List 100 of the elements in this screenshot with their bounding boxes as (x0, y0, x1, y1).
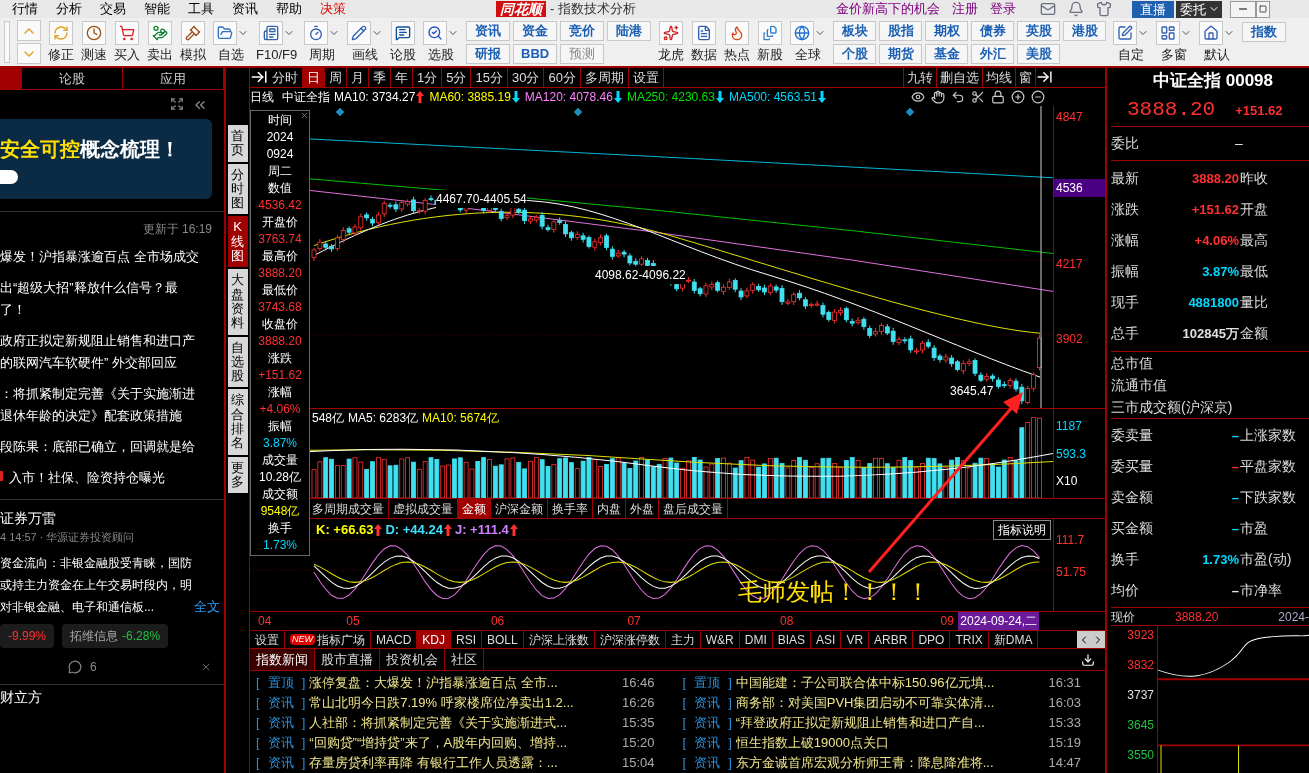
market-tab-button[interactable]: 资金 (513, 20, 558, 41)
news-headline[interactable]: “回购贷”“增持贷”来了，A股年内回购、增持... (309, 733, 618, 753)
headline-link[interactable]: 段陈果：底部已确立，回调就是给 (0, 436, 195, 458)
period-tab[interactable]: 月 (347, 68, 369, 87)
news-headline[interactable]: 存量房贷利率再降 有银行工作人员透露：... (309, 753, 618, 773)
menu-item[interactable]: 决策 (320, 0, 346, 19)
news-headline[interactable]: 商务部：对美国PVH集团启动不可靠实体清... (735, 693, 1045, 713)
period-tab[interactable]: 60分 (544, 68, 581, 87)
tool-label[interactable]: 默认 (1204, 47, 1231, 63)
volume-tab[interactable]: 沪深金额 (491, 499, 548, 518)
dock-icon[interactable] (1035, 68, 1053, 86)
mail-icon[interactable] (1039, 1, 1056, 17)
indicator-tab[interactable]: 设置 (250, 631, 285, 648)
zoom-in-icon[interactable] (1011, 90, 1025, 104)
period-tab[interactable]: 30分 (507, 68, 545, 87)
period-tab[interactable]: 1分 (413, 68, 443, 87)
tool-icon-tile[interactable] (1113, 21, 1138, 45)
news-tab[interactable]: 股市直播 (315, 649, 380, 670)
indicator-tab[interactable]: TRIX (950, 631, 989, 648)
zoom-out-icon[interactable] (1031, 90, 1045, 104)
market-tab-button[interactable]: 英股 (1017, 20, 1061, 41)
tool-icon-tile[interactable] (659, 21, 684, 45)
headline-link[interactable]: 入市！社保、险资持仓曝光 (9, 467, 165, 489)
menu-item[interactable]: 帮助 (276, 0, 302, 19)
market-tab-button[interactable]: 板块 (833, 20, 877, 41)
tool-label[interactable]: 龙虎 (658, 47, 685, 63)
period-tab[interactable]: 周 (325, 68, 347, 87)
account-link[interactable]: 登录 (989, 0, 1016, 19)
tool-icon-tile[interactable] (304, 21, 329, 45)
minimize-button[interactable] (1229, 0, 1256, 18)
indicator-tab[interactable]: VR (841, 631, 870, 648)
indicator-tab[interactable]: BOLL (482, 631, 524, 648)
download-icon[interactable] (1081, 652, 1095, 667)
headline-link[interactable]: 爆发！沪指暴涨逾百点 全市场成交 (0, 246, 199, 268)
menu-item[interactable]: 工具 (188, 0, 214, 19)
period-tab[interactable]: 季 (369, 68, 391, 87)
period-tab[interactable]: 年 (391, 68, 413, 87)
headline-link[interactable]: 政府正拟定新规阻止销售和进口产 的联网汽车软硬件” 外交部回应 (0, 330, 195, 374)
volume-tab[interactable]: 内盘 (593, 499, 626, 518)
indicator-tab[interactable]: W&R (700, 631, 740, 648)
market-tab-button[interactable]: BBD (513, 43, 558, 64)
indicator-tab[interactable]: DPO (913, 631, 951, 648)
volume-tab[interactable]: 盘后成交量 (659, 499, 728, 518)
chart-tool-tab[interactable]: 删自选 (936, 68, 982, 87)
expand-icon[interactable] (170, 97, 184, 111)
trade-button[interactable]: 委托 (1175, 0, 1222, 18)
tool-icon-tile[interactable] (692, 21, 717, 45)
stock-tag[interactable]: 拓维信息 -6.28% (62, 623, 169, 648)
indicator-tab[interactable]: 新DMA (988, 631, 1039, 648)
tool-label[interactable]: 新股 (757, 47, 784, 63)
news-headline[interactable]: “拜登政府正拟定新规阻止销售和进口产自... (735, 713, 1045, 733)
lock-icon[interactable] (991, 90, 1005, 104)
tool-icon-tile[interactable] (213, 21, 237, 45)
news-headline[interactable]: 人社部：将抓紧制定完善《关于实施渐进式... (309, 713, 618, 733)
undo-icon[interactable] (951, 90, 965, 104)
tool-label[interactable]: 自选 (218, 47, 244, 63)
volume-tab[interactable]: 多周期成交量 (308, 499, 389, 518)
tool-label[interactable]: 画线 (352, 47, 379, 63)
bell-icon[interactable] (1067, 1, 1084, 17)
headline-link[interactable]: ：将抓紧制定完善《关于实施渐进 退休年龄的决定》配套政策措施 (0, 383, 195, 427)
promo-banner[interactable]: 安全可控概念梳理！ (0, 119, 212, 199)
market-tab-button[interactable]: 美股 (1017, 43, 1061, 64)
market-tab-button[interactable]: 股指 (879, 20, 923, 41)
tool-label[interactable]: 测速 (81, 47, 107, 63)
tool-icon-tile[interactable] (181, 21, 205, 45)
shirt-icon[interactable] (1095, 1, 1112, 17)
news-headline[interactable]: 涨停复盘：大爆发！沪指暴涨逾百点 全市... (309, 673, 618, 693)
tool-icon-tile[interactable] (725, 21, 750, 45)
tool-icon-tile[interactable] (423, 21, 448, 45)
volume-tab[interactable]: 金额 (458, 499, 491, 518)
market-tab-button[interactable]: 研报 (466, 43, 511, 64)
side-tab[interactable]: 自选股 (227, 336, 248, 388)
menu-item[interactable]: 智能 (144, 0, 170, 19)
promo-link[interactable]: 金价新高下的机会 (835, 0, 940, 19)
tool-icon-tile[interactable] (758, 21, 783, 45)
side-tab[interactable]: 首页 (227, 125, 248, 162)
tool-icon-tile[interactable] (258, 21, 283, 45)
tool-label[interactable]: 选股 (428, 47, 455, 63)
side-tab[interactable]: 综合排名 (227, 389, 248, 455)
tool-label[interactable]: 自定 (1118, 47, 1145, 63)
indicator-help-button[interactable]: 指标说明 (993, 520, 1051, 540)
indicator-tab[interactable]: 主力 (665, 631, 701, 648)
indicator-tab[interactable]: ARBR (869, 631, 914, 648)
period-tab[interactable]: 日 (303, 68, 325, 87)
stock-tag[interactable]: -9.99% (0, 623, 55, 648)
scroll-left-button[interactable] (1077, 631, 1091, 648)
period-tab[interactable]: 15分 (471, 68, 508, 87)
indicator-tab[interactable]: KDJ (417, 631, 451, 648)
volume-tab[interactable]: 外盘 (626, 499, 659, 518)
market-tab-button[interactable]: 基金 (925, 43, 969, 64)
market-tab-button[interactable]: 港股 (1063, 20, 1107, 41)
scissors-icon[interactable] (971, 90, 985, 104)
author-name[interactable]: 财立方 (0, 686, 224, 708)
live-button[interactable]: 直播 (1131, 0, 1174, 18)
tool-icon-tile[interactable] (347, 21, 372, 45)
indicator-tab[interactable]: RSI (451, 631, 483, 648)
tool-icon-tile[interactable] (115, 21, 139, 45)
period-tab[interactable]: 设置 (628, 68, 664, 87)
tool-icon-tile[interactable] (790, 21, 815, 45)
index-button[interactable]: 指数 (1242, 22, 1287, 42)
